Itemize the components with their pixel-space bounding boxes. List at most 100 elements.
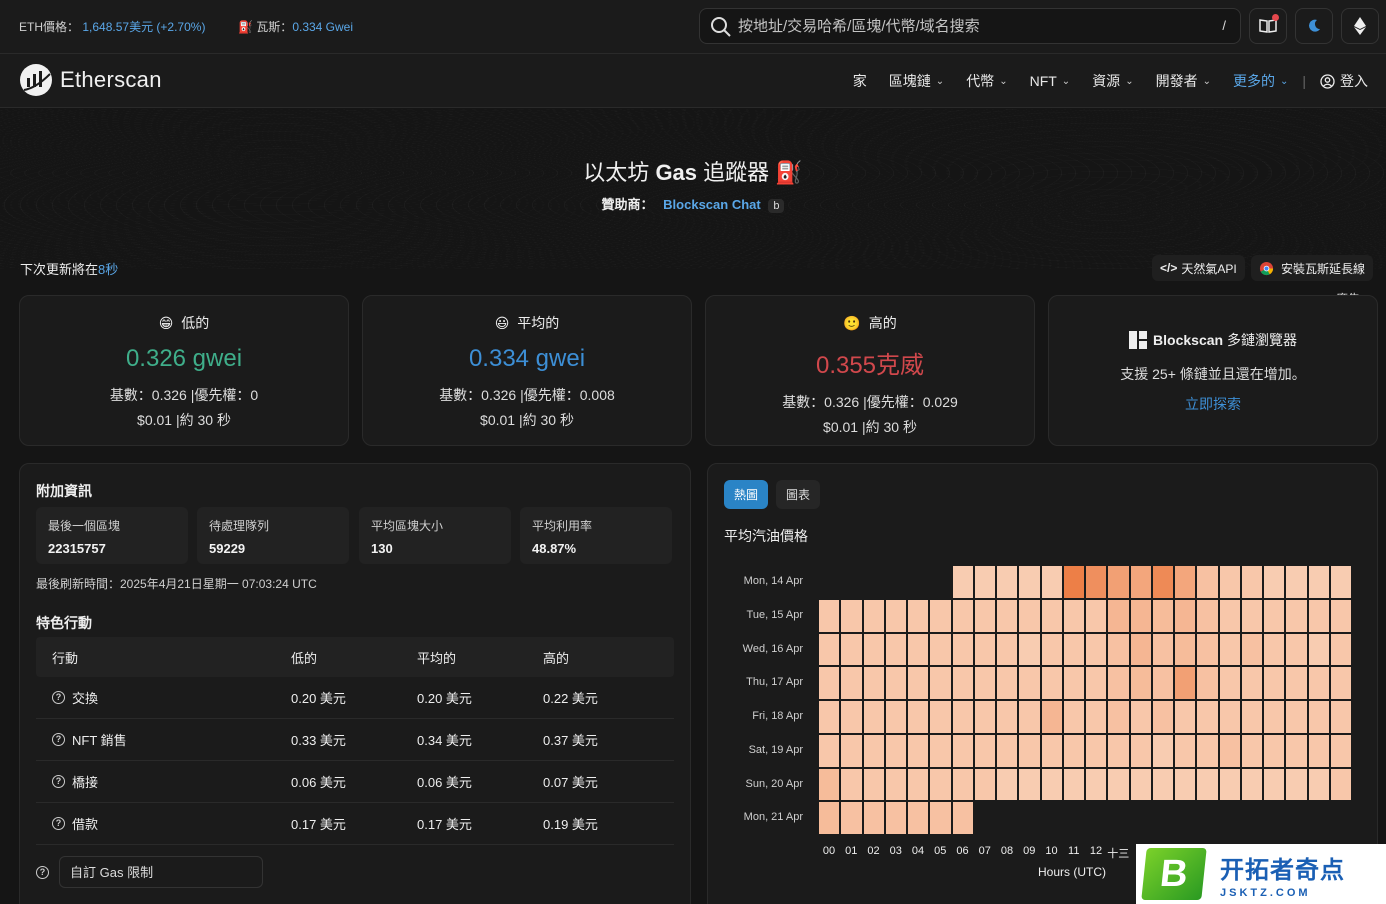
heatmap-cell[interactable] <box>1018 598 1041 633</box>
heatmap-cell[interactable] <box>1263 767 1286 802</box>
heatmap-cell[interactable] <box>973 733 996 768</box>
heatmap-cell[interactable] <box>1240 632 1263 667</box>
heatmap-cell[interactable] <box>862 700 885 734</box>
heatmap-cell[interactable] <box>1085 565 1108 599</box>
heatmap-cell[interactable] <box>929 767 952 802</box>
search-box[interactable]: / <box>699 8 1241 44</box>
help-icon[interactable]: ? <box>52 817 65 830</box>
heatmap-cell[interactable] <box>1151 700 1174 734</box>
heatmap-cell[interactable] <box>929 666 952 700</box>
heatmap-cell[interactable] <box>818 700 841 734</box>
eth-price-value[interactable]: 1,648.57美元 <box>82 20 153 34</box>
heatmap-cell[interactable] <box>996 632 1019 667</box>
heatmap-cell[interactable] <box>1307 565 1330 599</box>
heatmap-cell[interactable] <box>862 666 885 700</box>
heatmap-cell[interactable] <box>818 733 841 768</box>
heatmap-cell[interactable] <box>862 733 885 768</box>
heatmap-cell[interactable] <box>1129 565 1152 599</box>
nav-blockchain[interactable]: 區塊鏈 ⌄ <box>889 71 944 91</box>
heatmap-cell[interactable] <box>1329 565 1352 599</box>
heatmap-cell[interactable] <box>1174 666 1197 700</box>
heatmap-cell[interactable] <box>1151 632 1174 667</box>
heatmap-cell[interactable] <box>1174 632 1197 667</box>
ad-explore-link[interactable]: 立即探索 <box>1049 394 1377 414</box>
heatmap-cell[interactable] <box>1174 565 1197 599</box>
heatmap-cell[interactable] <box>862 632 885 667</box>
heatmap-cell[interactable] <box>1218 733 1241 768</box>
sponsor-link[interactable]: Blockscan Chat <box>663 197 761 212</box>
heatmap-cell[interactable] <box>884 767 907 802</box>
heatmap-cell[interactable] <box>951 565 974 599</box>
heatmap-cell[interactable] <box>1040 767 1063 802</box>
heatmap-cell[interactable] <box>996 565 1019 599</box>
theme-toggle-button[interactable] <box>1295 8 1333 44</box>
heatmap-cell[interactable] <box>1174 598 1197 633</box>
heatmap-cell[interactable] <box>1129 598 1152 633</box>
heatmap-cell[interactable] <box>1196 666 1219 700</box>
heatmap-cell[interactable] <box>1218 632 1241 667</box>
heatmap-cell[interactable] <box>1062 700 1085 734</box>
heatmap-cell[interactable] <box>840 700 863 734</box>
etherscan-logo[interactable]: Etherscan <box>18 62 162 98</box>
heatmap-cell[interactable] <box>1151 565 1174 599</box>
help-icon[interactable]: ? <box>52 691 65 704</box>
heatmap-cell[interactable] <box>840 801 863 835</box>
heatmap-cell[interactable] <box>1285 733 1308 768</box>
heatmap-cell[interactable] <box>929 700 952 734</box>
heatmap-cell[interactable] <box>1062 598 1085 633</box>
help-icon[interactable]: ? <box>52 775 65 788</box>
heatmap-cell[interactable] <box>929 598 952 633</box>
heatmap-cell[interactable] <box>1018 632 1041 667</box>
heatmap-cell[interactable] <box>1196 598 1219 633</box>
heatmap-cell[interactable] <box>818 767 841 802</box>
heatmap-cell[interactable] <box>1240 598 1263 633</box>
heatmap-cell[interactable] <box>1240 733 1263 768</box>
heatmap-cell[interactable] <box>1085 666 1108 700</box>
heatmap-cell[interactable] <box>1151 733 1174 768</box>
heatmap-cell[interactable] <box>1040 666 1063 700</box>
heatmap-cell[interactable] <box>1040 733 1063 768</box>
heatmap-cell[interactable] <box>907 632 930 667</box>
heatmap-cell[interactable] <box>951 767 974 802</box>
heatmap-cell[interactable] <box>1329 632 1352 667</box>
heatmap-cell[interactable] <box>1107 598 1130 633</box>
heatmap-cell[interactable] <box>1307 632 1330 667</box>
heatmap-cell[interactable] <box>1307 733 1330 768</box>
heatmap-cell[interactable] <box>1018 700 1041 734</box>
heatmap-cell[interactable] <box>1196 565 1219 599</box>
heatmap-cell[interactable] <box>907 700 930 734</box>
heatmap-cell[interactable] <box>973 632 996 667</box>
heatmap-cell[interactable] <box>1307 598 1330 633</box>
heatmap-cell[interactable] <box>1240 565 1263 599</box>
gas-api-button[interactable]: </> 天然氣API <box>1152 255 1245 281</box>
heatmap-cell[interactable] <box>1307 700 1330 734</box>
heatmap-cell[interactable] <box>818 632 841 667</box>
heatmap-cell[interactable] <box>1062 733 1085 768</box>
install-extension-button[interactable]: 安裝瓦斯延長線 <box>1251 255 1374 281</box>
heatmap-cell[interactable] <box>1329 733 1352 768</box>
heatmap-cell[interactable] <box>951 700 974 734</box>
heatmap-cell[interactable] <box>1263 700 1286 734</box>
heatmap-cell[interactable] <box>1085 700 1108 734</box>
heatmap-cell[interactable] <box>1018 666 1041 700</box>
nav-login[interactable]: 登入 <box>1320 71 1368 91</box>
heatmap-cell[interactable] <box>1174 733 1197 768</box>
heatmap-cell[interactable] <box>1329 767 1352 802</box>
heatmap-cell[interactable] <box>1018 565 1041 599</box>
heatmap-cell[interactable] <box>1263 666 1286 700</box>
heatmap-cell[interactable] <box>1151 767 1174 802</box>
heatmap-cell[interactable] <box>996 733 1019 768</box>
heatmap-cell[interactable] <box>1263 598 1286 633</box>
heatmap-cell[interactable] <box>1174 767 1197 802</box>
heatmap-cell[interactable] <box>973 700 996 734</box>
heatmap-cell[interactable] <box>1329 666 1352 700</box>
heatmap-cell[interactable] <box>1285 632 1308 667</box>
heatmap-cell[interactable] <box>996 767 1019 802</box>
heatmap-cell[interactable] <box>973 666 996 700</box>
heatmap-cell[interactable] <box>907 666 930 700</box>
heatmap-cell[interactable] <box>907 598 930 633</box>
heatmap-cell[interactable] <box>951 598 974 633</box>
heatmap-cell[interactable] <box>1062 632 1085 667</box>
help-icon[interactable]: ? <box>36 865 49 879</box>
heatmap-cell[interactable] <box>1218 565 1241 599</box>
